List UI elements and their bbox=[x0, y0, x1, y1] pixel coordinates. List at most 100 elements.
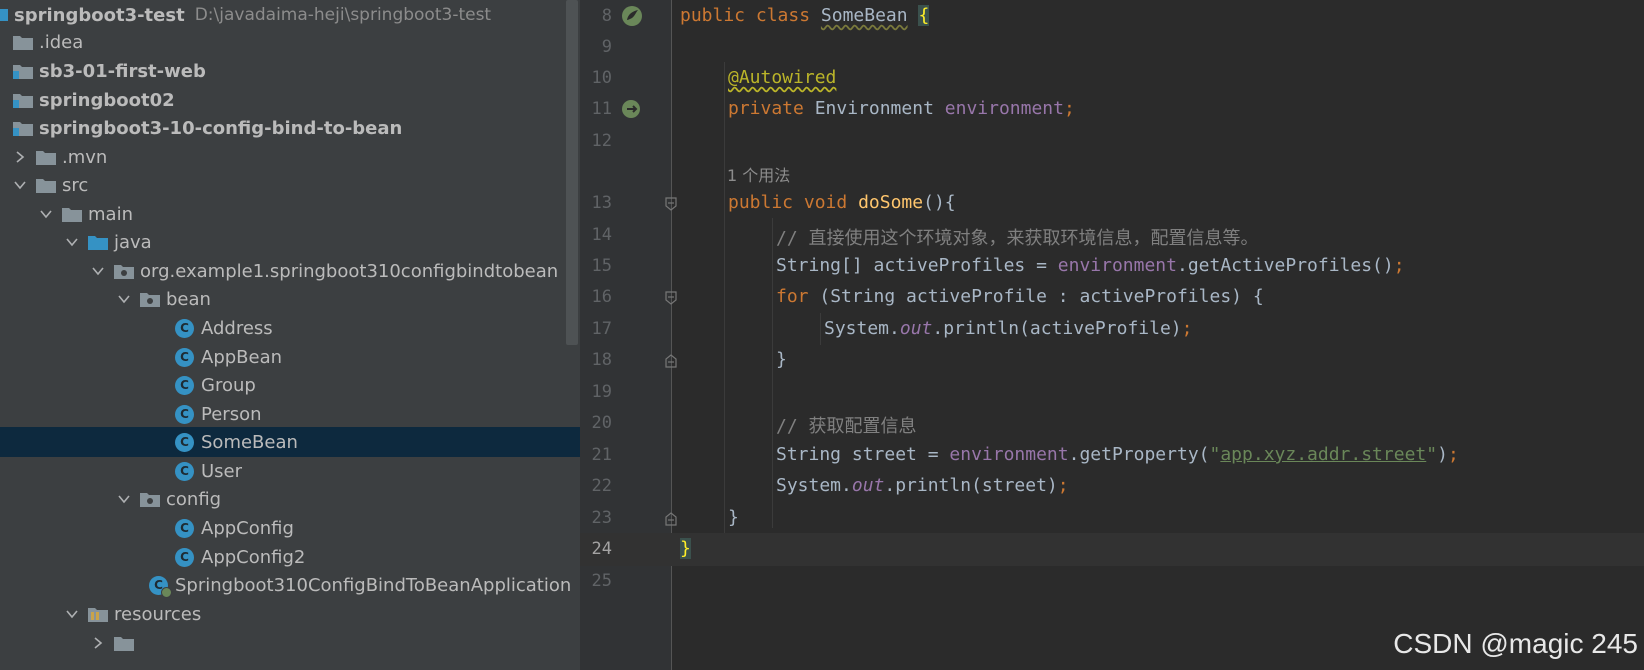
code-line-11: 11 private Environment environment; bbox=[580, 93, 1644, 126]
code-line-16: 16 for (String activeProfile : activePro… bbox=[580, 281, 1644, 314]
tree-item-appconfig2[interactable]: C AppConfig2 bbox=[0, 542, 580, 572]
class-icon: C bbox=[175, 461, 194, 481]
code-line-23: 23 } bbox=[580, 502, 1644, 535]
code-line-22: 22 System.out.println(street); bbox=[580, 470, 1644, 503]
tree-item-label: .idea bbox=[39, 31, 84, 53]
tree-item-java[interactable]: java bbox=[0, 227, 580, 257]
line-number: 21 bbox=[591, 445, 612, 465]
tree-item-group[interactable]: C Group bbox=[0, 370, 580, 400]
code-line-25: 25 bbox=[580, 565, 1644, 598]
usage-hint-line: 1 个用法 bbox=[580, 156, 1644, 189]
chevron-down-icon[interactable] bbox=[39, 207, 53, 221]
code-text: String street = environment.getProperty(… bbox=[776, 444, 1459, 465]
class-icon: C bbox=[175, 404, 194, 424]
chevron-right-icon[interactable] bbox=[91, 636, 105, 650]
tree-item-sb3-01-first-web[interactable]: sb3-01-first-web bbox=[0, 56, 580, 86]
line-number: 10 bbox=[591, 68, 612, 88]
tree-item-application[interactable]: C Springboot310ConfigBindToBeanApplicati… bbox=[0, 570, 580, 600]
usage-hint[interactable]: 1 个用法 bbox=[727, 162, 790, 186]
class-icon: C bbox=[175, 318, 194, 338]
module-folder-icon bbox=[12, 90, 34, 110]
tree-scrollbar[interactable] bbox=[566, 0, 578, 345]
code-line-24: 24 } bbox=[580, 533, 1644, 566]
tree-item-appconfig[interactable]: C AppConfig bbox=[0, 513, 580, 543]
code-text: // 直接使用这个环境对象，来获取环境信息，配置信息等。 bbox=[776, 228, 1259, 249]
class-icon: C bbox=[175, 375, 194, 395]
code-line-13: 13 public void doSome(){ bbox=[580, 187, 1644, 220]
code-line-8: 8 public class SomeBean { bbox=[580, 0, 1644, 33]
line-number: 15 bbox=[591, 256, 612, 276]
chevron-down-icon[interactable] bbox=[65, 235, 79, 249]
line-number: 8 bbox=[601, 6, 612, 26]
package-icon bbox=[139, 489, 161, 509]
tree-item-label: AppConfig bbox=[201, 517, 294, 539]
code-text: System.out.println(activeProfile); bbox=[824, 318, 1193, 339]
resources-folder-icon bbox=[87, 604, 109, 624]
tree-item-resources[interactable]: resources bbox=[0, 599, 580, 629]
tree-item-label: SomeBean bbox=[201, 431, 298, 453]
tree-item-label: bean bbox=[166, 288, 211, 310]
line-number: 19 bbox=[591, 382, 612, 402]
tree-item-project-root[interactable]: springboot3-test D:\javadaima-heji\sprin… bbox=[0, 0, 580, 30]
tree-item-mvn[interactable]: .mvn bbox=[0, 142, 580, 172]
line-number: 23 bbox=[591, 508, 612, 528]
fold-end-icon[interactable] bbox=[664, 354, 678, 368]
fold-marker-icon[interactable] bbox=[664, 291, 678, 305]
tree-item-src[interactable]: src bbox=[0, 170, 580, 200]
tree-item-label: AppBean bbox=[201, 346, 283, 368]
package-icon bbox=[139, 289, 161, 309]
module-icon bbox=[0, 5, 10, 25]
fold-end-icon[interactable] bbox=[664, 512, 678, 526]
code-editor[interactable]: 8 public class SomeBean { 9 10 @Autowire… bbox=[580, 0, 1644, 670]
property-key-link[interactable]: app.xyz.addr.street bbox=[1220, 444, 1426, 465]
tree-item-label: springboot3-10-config-bind-to-bean bbox=[39, 117, 403, 139]
tree-item-address[interactable]: C Address bbox=[0, 313, 580, 343]
code-line-18: 18 } bbox=[580, 344, 1644, 377]
tree-item-label: AppConfig2 bbox=[201, 546, 306, 568]
tree-item-label: springboot3-test bbox=[14, 4, 185, 26]
tree-item-bean[interactable]: bean bbox=[0, 284, 580, 314]
code-text: private Environment environment; bbox=[728, 98, 1075, 119]
chevron-down-icon[interactable] bbox=[65, 607, 79, 621]
chevron-down-icon[interactable] bbox=[117, 492, 131, 506]
module-folder-icon bbox=[12, 61, 34, 81]
tree-item-config[interactable]: config bbox=[0, 484, 580, 514]
chevron-down-icon[interactable] bbox=[13, 178, 27, 192]
line-number: 22 bbox=[591, 476, 612, 496]
line-number: 25 bbox=[591, 571, 612, 591]
code-line-14: 14 // 直接使用这个环境对象，来获取环境信息，配置信息等。 bbox=[580, 219, 1644, 252]
tree-item-label: User bbox=[201, 460, 243, 482]
line-number: 18 bbox=[591, 350, 612, 370]
tree-item-package[interactable]: org.example1.springboot310configbindtobe… bbox=[0, 256, 580, 286]
chevron-right-icon[interactable] bbox=[13, 150, 27, 164]
tree-item-label: main bbox=[88, 203, 133, 225]
class-icon: C bbox=[175, 432, 194, 452]
tree-item-user[interactable]: C User bbox=[0, 456, 580, 486]
tree-item-label: src bbox=[62, 174, 89, 196]
tree-item-person[interactable]: C Person bbox=[0, 399, 580, 429]
tree-item-appbean[interactable]: C AppBean bbox=[0, 342, 580, 372]
tree-item-springboot02[interactable]: springboot02 bbox=[0, 85, 580, 115]
spring-application-class-icon: C bbox=[149, 575, 172, 598]
spring-bean-icon[interactable] bbox=[620, 4, 644, 28]
chevron-down-icon[interactable] bbox=[91, 264, 105, 278]
folder-icon bbox=[12, 32, 34, 52]
tree-item-somebean[interactable]: C SomeBean bbox=[0, 427, 580, 457]
folder-icon bbox=[113, 633, 135, 653]
code-text: String[] activeProfiles = environment.ge… bbox=[776, 255, 1405, 276]
code-line-10: 10 @Autowired bbox=[580, 62, 1644, 95]
tree-item-partial[interactable] bbox=[0, 628, 580, 658]
autowired-navigation-icon[interactable] bbox=[620, 97, 644, 121]
tree-item-label: sb3-01-first-web bbox=[39, 60, 206, 82]
class-icon: C bbox=[175, 347, 194, 367]
tree-item-springboot3-10-config-bind-to-bean[interactable]: springboot3-10-config-bind-to-bean bbox=[0, 113, 580, 143]
code-line-19: 19 bbox=[580, 376, 1644, 409]
code-line-20: 20 // 获取配置信息 bbox=[580, 407, 1644, 440]
tree-item-main[interactable]: main bbox=[0, 199, 580, 229]
tree-item-label: Address bbox=[201, 317, 273, 339]
fold-marker-icon[interactable] bbox=[664, 197, 678, 211]
chevron-down-icon[interactable] bbox=[117, 292, 131, 306]
tree-item-idea[interactable]: .idea bbox=[0, 27, 580, 57]
tree-item-label: java bbox=[114, 231, 152, 253]
code-text: // 获取配置信息 bbox=[776, 416, 917, 437]
